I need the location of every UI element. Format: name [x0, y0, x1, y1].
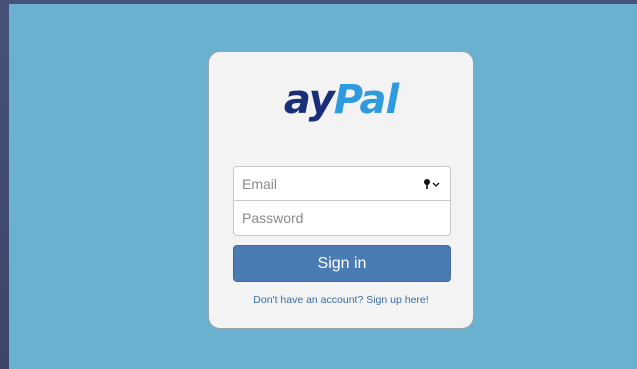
- sign-up-link[interactable]: Don't have an account? Sign up here!: [209, 294, 473, 306]
- logo-part-light: Pal: [333, 77, 399, 123]
- login-card: ayPal Sign in Don't have an account? Sig…: [208, 51, 474, 329]
- sign-in-button[interactable]: Sign in: [233, 245, 451, 282]
- email-field: [233, 166, 451, 201]
- brand-logo: ayPal: [209, 74, 473, 126]
- email-input[interactable]: [234, 167, 450, 200]
- password-input[interactable]: [234, 201, 450, 235]
- key-icon[interactable]: [422, 178, 442, 190]
- password-field: [233, 201, 451, 236]
- page-viewport: ayPal Sign in Don't have an account? Sig…: [9, 4, 637, 369]
- logo-part-dark: ay: [283, 77, 335, 123]
